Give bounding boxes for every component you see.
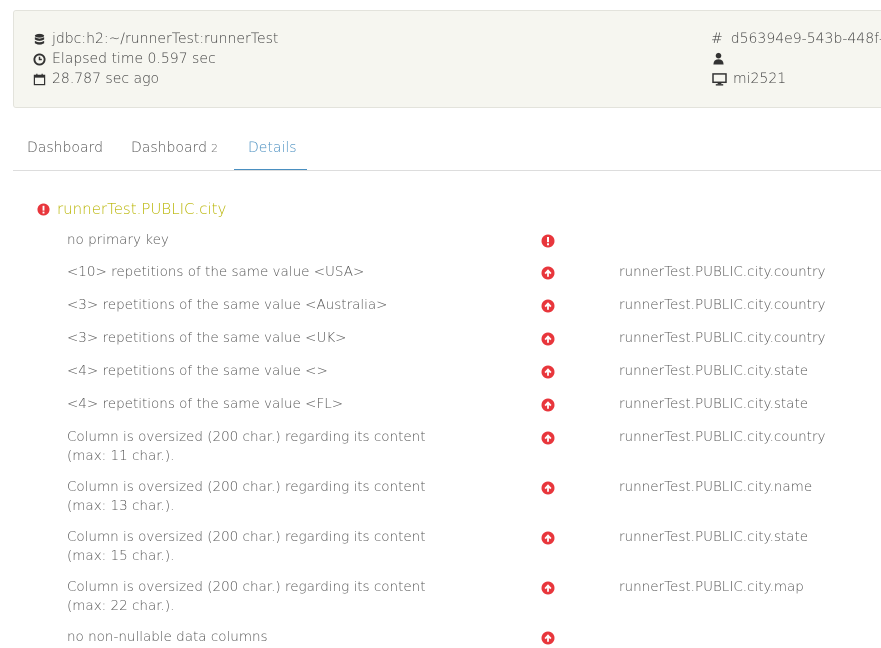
issue-message: Column is oversized (200 char.) regardin… [67,579,426,614]
run-id: d56394e9-543b-448f-9... [730,31,881,47]
desktop-icon [711,72,727,86]
elapsed-time: Elapsed time 0.597 sec [52,51,216,67]
elapsed-line: Elapsed time 0.597 sec [32,51,216,67]
page: jdbc:h2:~/runnerTest:runnerTest Elapsed … [0,0,881,648]
arrow-up-icon [541,481,555,495]
hash-icon: # [711,31,723,47]
tab-dashboard-2-label: Dashboard [131,140,207,156]
host-line: mi2521 [711,71,786,87]
arrow-up-icon [541,266,555,280]
tab-dashboard[interactable]: Dashboard [13,128,117,170]
issue-message: <4> repetitions of the same value <FL> [67,396,344,412]
tab-dashboard-2[interactable]: Dashboard 2 [117,128,232,170]
error-icon [37,202,50,216]
arrow-up-icon [541,431,555,445]
issue-target[interactable]: runnerTest.PUBLIC.city.state [619,362,808,381]
tab-details-label: Details [248,140,297,156]
issue-target[interactable]: runnerTest.PUBLIC.city.name [619,478,812,497]
issue-message: Column is oversized (200 char.) regardin… [67,529,426,564]
run-summary-panel: jdbc:h2:~/runnerTest:runnerTest Elapsed … [13,10,881,108]
issue-target[interactable]: runnerTest.PUBLIC.city.state [619,395,808,414]
issue-target[interactable]: runnerTest.PUBLIC.city.country [619,428,825,447]
run-id-line: # d56394e9-543b-448f-9... [711,31,881,47]
issue-message: <4> repetitions of the same value <> [67,363,328,379]
arrow-up-icon [541,398,555,412]
arrow-up-icon [541,581,555,595]
issue-message: <10> repetitions of the same value <USA> [67,264,365,280]
issue-message: <3> repetitions of the same value <UK> [67,330,347,346]
arrow-up-icon [541,332,555,346]
issue-message: <3> repetitions of the same value <Austr… [67,297,388,313]
clock-icon [32,52,46,66]
tab-bar: Dashboard Dashboard 2 Details [13,128,881,171]
arrow-up-icon [541,631,555,645]
issue-target[interactable]: runnerTest.PUBLIC.city.country [619,296,825,315]
arrow-up-icon [541,365,555,379]
calendar-icon [32,72,46,86]
connection-url: jdbc:h2:~/runnerTest:runnerTest [52,31,279,47]
ago-line: 28.787 sec ago [32,71,159,87]
host-name: mi2521 [733,71,787,87]
issue-target[interactable]: runnerTest.PUBLIC.city.state [619,528,808,547]
issue-message: no primary key [67,232,169,248]
error-icon [541,234,555,248]
issue-target[interactable]: runnerTest.PUBLIC.city.country [619,329,825,348]
time-ago: 28.787 sec ago [52,71,160,87]
table-heading: runnerTest.PUBLIC.city [37,200,226,218]
database-icon [32,32,46,46]
issue-target[interactable]: runnerTest.PUBLIC.city.country [619,263,825,282]
arrow-up-icon [541,299,555,313]
user-icon [711,51,725,65]
user-line [711,51,731,65]
table-name[interactable]: runnerTest.PUBLIC.city [57,200,226,218]
issue-message: no non-nullable data columns [67,629,268,645]
issue-target[interactable]: runnerTest.PUBLIC.city.map [619,578,804,597]
issue-message: Column is oversized (200 char.) regardin… [67,429,426,464]
issue-message: Column is oversized (200 char.) regardin… [67,479,426,514]
tab-details[interactable]: Details [234,128,307,170]
connection-line: jdbc:h2:~/runnerTest:runnerTest [32,31,278,47]
arrow-up-icon [541,531,555,545]
tab-dashboard-label: Dashboard [27,140,103,156]
tab-dashboard-2-count: 2 [210,142,218,155]
